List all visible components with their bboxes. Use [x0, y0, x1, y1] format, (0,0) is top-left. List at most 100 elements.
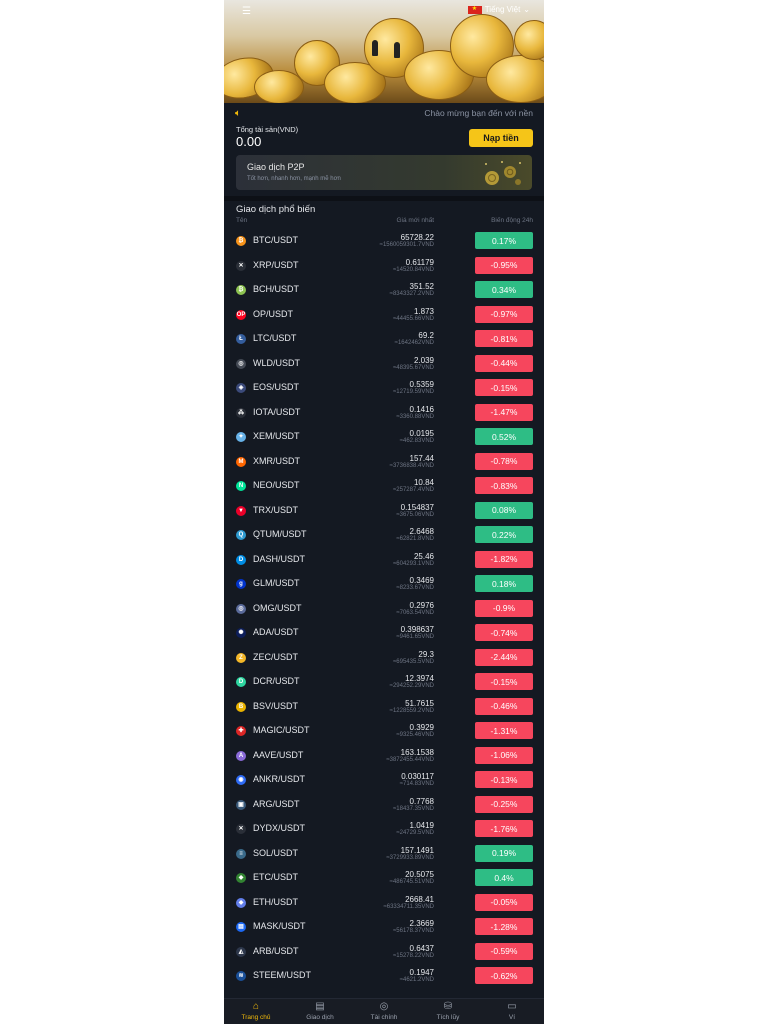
last-price: 0.3929: [409, 723, 434, 732]
market-row[interactable]: ▼ TRX/USDT 0.154837 ≈3675.06VND 0.08%: [224, 498, 544, 523]
change-badge[interactable]: -1.28%: [475, 918, 533, 935]
change-badge[interactable]: -1.06%: [475, 746, 533, 764]
market-row[interactable]: ◆ ETH/USDT 2668.41 ≈63334711.35VND -0.05%: [224, 890, 544, 915]
change-badge[interactable]: 0.4%: [475, 869, 533, 886]
market-row[interactable]: OP OP/USDT 1.873 ≈44455.66VND -0.97%: [224, 302, 544, 327]
market-row[interactable]: ◉ ANKR/USDT 0.030117 ≈714.83VND -0.13%: [224, 767, 544, 792]
change-badge[interactable]: -2.44%: [475, 648, 533, 666]
market-row[interactable]: ◈ EOS/USDT 0.5359 ≈12719.59VND -0.15%: [224, 375, 544, 400]
change-badge[interactable]: 0.52%: [475, 428, 533, 445]
change-badge[interactable]: -0.15%: [475, 379, 533, 396]
col-header-name: Tên: [236, 217, 248, 224]
mask-icon: ▤: [236, 922, 246, 932]
change-badge[interactable]: -0.97%: [475, 305, 533, 323]
last-price: 0.7768: [409, 796, 434, 806]
change-badge[interactable]: 0.19%: [475, 844, 533, 862]
tab-5[interactable]: ▭ Ví: [480, 999, 544, 1024]
pair-name: SOL/USDT: [253, 847, 299, 858]
change-badge[interactable]: -0.25%: [475, 795, 533, 813]
price-vnd: ≈24729.5VND: [396, 830, 434, 836]
tab-2[interactable]: ▤ Giao dịch: [288, 999, 352, 1024]
last-price: 25.46: [413, 551, 434, 561]
market-row[interactable]: N NEO/USDT 10.84 ≈257287.4VND -0.83%: [224, 473, 544, 498]
change-badge[interactable]: -0.05%: [475, 893, 533, 911]
change-badge[interactable]: -1.82%: [475, 550, 533, 568]
change-badge[interactable]: 0.17%: [475, 232, 533, 249]
market-row[interactable]: D DASH/USDT 25.46 ≈604293.1VND -1.82%: [224, 547, 544, 572]
last-price: 1.873: [413, 306, 434, 316]
market-row[interactable]: ⁂ IOTA/USDT 0.1416 ≈3360.88VND -1.47%: [224, 400, 544, 425]
pair-name: TRX/USDT: [253, 504, 298, 515]
market-row[interactable]: ◎ WLD/USDT 2.039 ≈48395.67VND -0.44%: [224, 351, 544, 376]
price-vnd: ≈294252.29VND: [389, 683, 434, 689]
change-badge[interactable]: -0.83%: [475, 477, 533, 494]
market-row[interactable]: ▣ ARG/USDT 0.7768 ≈18437.35VND -0.25%: [224, 792, 544, 817]
arg-icon: ▣: [236, 799, 246, 810]
tab-3[interactable]: ◎ Tài chính: [352, 999, 416, 1024]
change-badge[interactable]: 0.08%: [475, 501, 533, 519]
market-row[interactable]: ✕ DYDX/USDT 1.0419 ≈24729.5VND -1.76%: [224, 816, 544, 841]
market-row[interactable]: ◭ ARB/USDT 0.6437 ≈15278.22VND -0.59%: [224, 939, 544, 964]
deposit-button[interactable]: Nạp tiền: [469, 129, 533, 147]
market-row[interactable]: A AAVE/USDT 163.1538 ≈3872455.44VND -1.06%: [224, 743, 544, 768]
price-vnd: ≈18437.35VND: [393, 805, 434, 812]
price-vnd: ≈8343327.2VND: [389, 291, 434, 297]
pair-name: XRP/USDT: [253, 259, 299, 270]
change-badge[interactable]: -0.13%: [475, 771, 533, 788]
change-badge[interactable]: -1.47%: [475, 403, 533, 421]
change-badge[interactable]: 0.22%: [475, 526, 533, 543]
vietnam-flag-icon: [467, 5, 482, 14]
market-row[interactable]: B BSV/USDT 51.7615 ≈1228559.2VND -0.46%: [224, 694, 544, 719]
price-vnd: ≈3675.06VND: [396, 511, 434, 518]
market-row[interactable]: ✚ MAGIC/USDT 0.3929 ≈9325.46VND -1.31%: [224, 718, 544, 743]
menu-icon[interactable]: ☰: [242, 6, 251, 17]
market-row[interactable]: ▤ MASK/USDT 2.3669 ≈56178.37VND -1.28%: [224, 914, 544, 939]
language-selector[interactable]: Tiếng Việt ⌄: [467, 5, 530, 14]
market-row[interactable]: M XMR/USDT 157.44 ≈3736838.4VND -0.78%: [224, 449, 544, 474]
change-badge[interactable]: -0.15%: [475, 673, 533, 690]
tab-label: Tích lũy: [436, 1014, 460, 1021]
chevron-down-icon: ⌄: [523, 5, 530, 14]
market-row[interactable]: ◆ ETC/USDT 20.5075 ≈486745.51VND 0.4%: [224, 865, 544, 890]
market-row[interactable]: ₿ BTC/USDT 65728.22 ≈1560059301.7VND 0.17%: [224, 228, 544, 253]
change-badge[interactable]: -0.59%: [475, 942, 533, 960]
market-row[interactable]: ₿ BCH/USDT 351.52 ≈8343327.2VND 0.34%: [224, 277, 544, 302]
market-row[interactable]: ✦ XEM/USDT 0.0195 ≈462.83VND 0.52%: [224, 424, 544, 449]
price-vnd: ≈56178.37VND: [393, 928, 434, 934]
market-row[interactable]: ≋ STEEM/USDT 0.1947 ≈4621.2VND -0.62%: [224, 963, 544, 988]
col-header-change: Biến động 24h: [491, 217, 533, 224]
language-label: Tiếng Việt: [484, 5, 521, 14]
notice-bar[interactable]: 🔈︎ Chào mừng bạn đến với nền: [224, 103, 544, 123]
pair-name: MAGIC/USDT: [253, 725, 310, 735]
market-row[interactable]: ≡ SOL/USDT 157.1491 ≈3729933.89VND 0.19%: [224, 841, 544, 866]
tab-1[interactable]: ⌂ Trang chủ: [224, 999, 288, 1024]
change-badge[interactable]: 0.18%: [475, 575, 533, 592]
change-badge[interactable]: -1.76%: [475, 820, 533, 837]
change-badge[interactable]: -0.74%: [475, 624, 533, 641]
market-row[interactable]: Q QTUM/USDT 2.6468 ≈62821.8VND 0.22%: [224, 522, 544, 547]
tab-4[interactable]: ⛁ Tích lũy: [416, 999, 480, 1024]
market-row[interactable]: D DCR/USDT 12.3974 ≈294252.29VND -0.15%: [224, 669, 544, 694]
market-row[interactable]: g GLM/USDT 0.3469 ≈8233.67VND 0.18%: [224, 571, 544, 596]
change-badge[interactable]: -0.78%: [475, 452, 533, 470]
last-price: 351.52: [409, 282, 434, 291]
change-badge[interactable]: -0.62%: [475, 967, 533, 984]
p2p-card[interactable]: Giao dịch P2P Tốt hơn, nhanh hơn, mạnh m…: [236, 155, 532, 190]
price-vnd: ≈3872455.44VND: [386, 756, 434, 763]
price-vnd: ≈15278.22VND: [393, 952, 434, 959]
pair-name: ZEC/USDT: [253, 651, 298, 662]
pair-name: EOS/USDT: [253, 382, 300, 392]
change-badge[interactable]: -0.46%: [475, 697, 533, 715]
last-price: 65728.22: [400, 233, 434, 242]
market-row[interactable]: ◎ OMG/USDT 0.2976 ≈7063.54VND -0.9%: [224, 596, 544, 621]
market-row[interactable]: Ł LTC/USDT 69.2 ≈1642462VND -0.81%: [224, 326, 544, 351]
market-row[interactable]: Z ZEC/USDT 29.3 ≈695435.5VND -2.44%: [224, 645, 544, 670]
market-row[interactable]: ✺ ADA/USDT 0.398637 ≈9461.65VND -0.74%: [224, 620, 544, 645]
change-badge[interactable]: -0.95%: [475, 256, 533, 274]
change-badge[interactable]: -0.9%: [475, 599, 533, 617]
change-badge[interactable]: -0.81%: [475, 330, 533, 347]
change-badge[interactable]: -0.44%: [475, 354, 533, 372]
change-badge[interactable]: -1.31%: [475, 722, 533, 739]
change-badge[interactable]: 0.34%: [475, 281, 533, 298]
market-row[interactable]: ✕ XRP/USDT 0.61179 ≈14520.84VND -0.95%: [224, 253, 544, 278]
